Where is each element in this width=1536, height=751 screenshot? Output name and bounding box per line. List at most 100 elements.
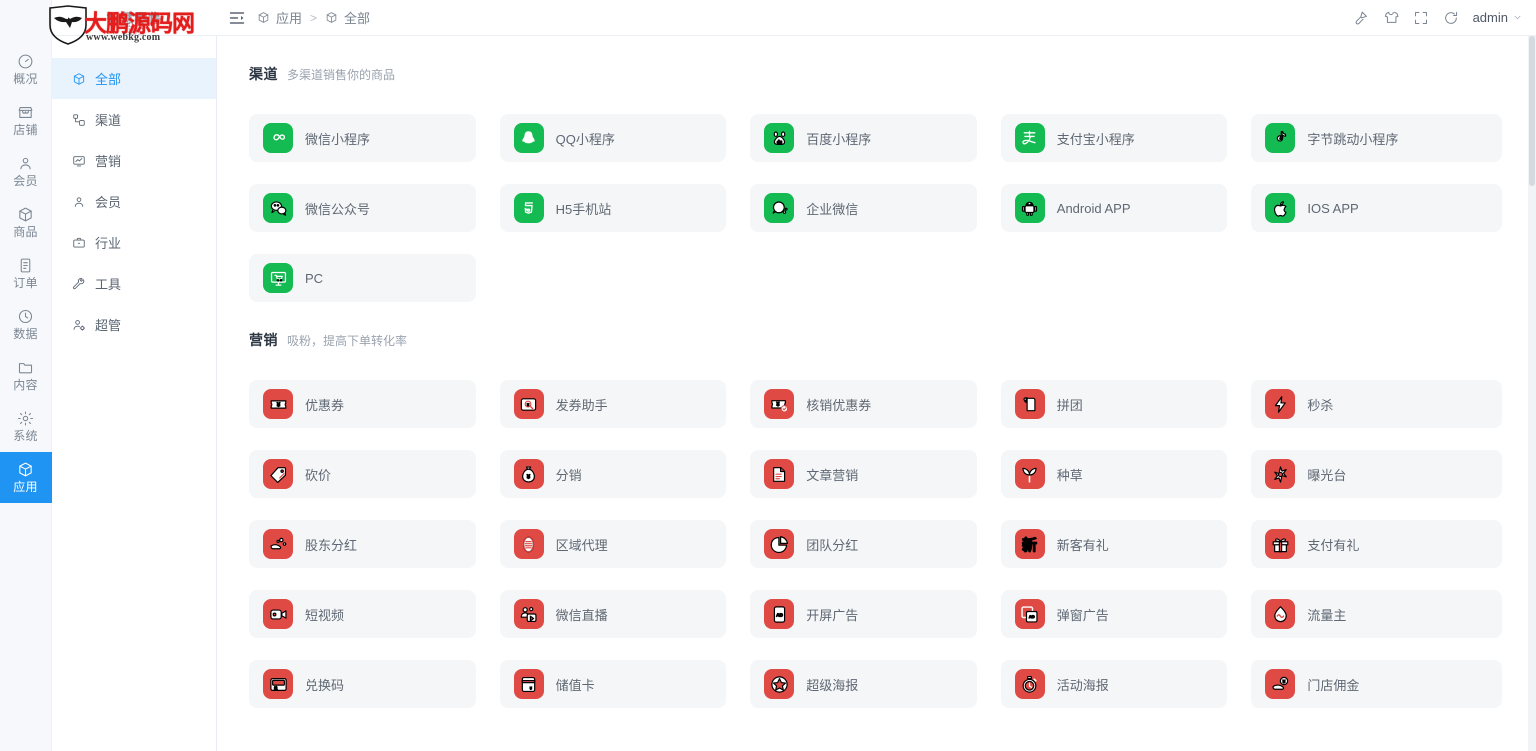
- app-card-label: 超级海报: [806, 675, 858, 694]
- sidebar-item-0[interactable]: 全部: [52, 58, 216, 99]
- sidebar-item-5[interactable]: 工具: [52, 263, 216, 304]
- user-menu[interactable]: admin: [1473, 10, 1522, 25]
- app-card-wecom[interactable]: 企业微信: [750, 184, 977, 232]
- app-card-bargain-tag[interactable]: 砍价: [249, 450, 476, 498]
- coupon-yuan-icon: ¥: [263, 389, 293, 419]
- rail-item-3[interactable]: 商品: [0, 197, 52, 248]
- sidebar-item-2[interactable]: 营销: [52, 140, 216, 181]
- app-card-super-poster[interactable]: 超级海报: [750, 660, 977, 708]
- clean-cache-icon[interactable]: [1353, 10, 1369, 26]
- menu-fold-icon[interactable]: [229, 10, 245, 26]
- app-card-article[interactable]: 文章营销: [750, 450, 977, 498]
- app-grid: 微信小程序 QQ小程序 du百度小程序支付宝小程序字节跳动小程序微信公众号 H5手机站…: [249, 92, 1502, 302]
- main-content: 渠道多渠道销售你的商品微信小程序 QQ小程序 du百度小程序支付宝小程序字节跳动小程…: [217, 0, 1536, 751]
- sidebar-item-4[interactable]: 行业: [52, 222, 216, 263]
- app-card-seedling[interactable]: 种草: [1001, 450, 1228, 498]
- rail-item-label: 店铺: [13, 124, 38, 137]
- app-cell: AD开屏广告: [750, 568, 1001, 638]
- app-card-label: 门店佣金: [1307, 675, 1359, 694]
- rail-item-1[interactable]: 店铺: [0, 95, 52, 146]
- app-card-group-buy[interactable]: 拼团: [1001, 380, 1228, 428]
- app-card-label: 秒杀: [1307, 395, 1333, 414]
- svg-text:¥: ¥: [1283, 679, 1286, 685]
- flash-bolt-icon: [1265, 389, 1295, 419]
- rail-item-4[interactable]: 订单: [0, 248, 52, 299]
- section-header: 渠道多渠道销售你的商品: [249, 36, 1502, 84]
- video-camera-icon: [263, 599, 293, 629]
- app-card-video-camera[interactable]: 短视频: [249, 590, 476, 638]
- app-card-store-commission[interactable]: ¥ 门店佣金: [1251, 660, 1502, 708]
- app-card-label: IOS APP: [1307, 201, 1358, 216]
- app-card-redeem-code[interactable]: 兑兑换码: [249, 660, 476, 708]
- app-card-alipay[interactable]: 支付宝小程序: [1001, 114, 1228, 162]
- apple-icon: [1265, 193, 1295, 223]
- app-card-burst-star[interactable]: 曝光台: [1251, 450, 1502, 498]
- app-card-pie-chart[interactable]: 团队分红: [750, 520, 977, 568]
- app-cell: 兑兑换码: [249, 638, 500, 708]
- wechat-icon: [263, 193, 293, 223]
- logo-zone[interactable]: 智慧零售 应用: [52, 0, 217, 36]
- app-cell: 微信小程序: [249, 92, 500, 162]
- app-card-label: QQ小程序: [556, 129, 615, 148]
- theme-shirt-icon[interactable]: [1383, 10, 1399, 26]
- box-icon: [325, 11, 338, 24]
- app-card-label: 优惠券: [305, 395, 344, 414]
- rail-item-label: 会员: [13, 175, 38, 188]
- app-card-splash-ad[interactable]: AD开屏广告: [750, 590, 977, 638]
- sidebar-item-1[interactable]: 渠道: [52, 99, 216, 140]
- app-card-popup-ad[interactable]: AD弹窗广告: [1001, 590, 1228, 638]
- app-card-desktop-cart[interactable]: PC: [249, 254, 476, 302]
- app-card-label: PC: [305, 271, 323, 286]
- sidebar-item-6[interactable]: 超管: [52, 304, 216, 345]
- app-card-traffic-drop[interactable]: 流量主: [1251, 590, 1502, 638]
- app-card-live-stream[interactable]: 微信直播: [500, 590, 727, 638]
- app-cell: 流量主: [1251, 568, 1502, 638]
- rail-item-7[interactable]: 系统: [0, 401, 52, 452]
- app-sections: 渠道多渠道销售你的商品微信小程序 QQ小程序 du百度小程序支付宝小程序字节跳动小程…: [249, 36, 1502, 708]
- app-card-apple[interactable]: IOS APP: [1251, 184, 1502, 232]
- breadcrumb-item-0[interactable]: 应用: [276, 8, 302, 27]
- secondary-sidebar: 全部渠道营销会员行业工具超管: [52, 0, 217, 751]
- app-card-wechat-miniprogram[interactable]: 微信小程序: [249, 114, 476, 162]
- app-card-wechat[interactable]: 微信公众号: [249, 184, 476, 232]
- app-card-money-bag[interactable]: ¥分销: [500, 450, 727, 498]
- app-cell: 短视频: [249, 568, 500, 638]
- rail-item-0[interactable]: 概况: [0, 44, 52, 95]
- app-card-baidu-bear[interactable]: du百度小程序: [750, 114, 977, 162]
- section-header: 营销吸粉，提高下单转化率: [249, 302, 1502, 350]
- app-cell: 新新客有礼: [1001, 498, 1252, 568]
- rail-item-2[interactable]: 会员: [0, 146, 52, 197]
- rail-item-5[interactable]: 数据: [0, 299, 52, 350]
- app-cell: 企业微信: [750, 162, 1001, 232]
- svg-text:¥: ¥: [776, 402, 779, 408]
- scrollbar-thumb[interactable]: [1529, 36, 1535, 186]
- app-card-region-agent[interactable]: 区域代理: [500, 520, 727, 568]
- breadcrumb-item-1[interactable]: 全部: [344, 8, 370, 27]
- refresh-icon[interactable]: [1443, 10, 1459, 26]
- app-card-android[interactable]: Android APP: [1001, 184, 1228, 232]
- app-card-new-badge[interactable]: 新新客有礼: [1001, 520, 1228, 568]
- rail-item-6[interactable]: 内容: [0, 350, 52, 401]
- vertical-scrollbar[interactable]: [1528, 36, 1536, 751]
- header-actions: admin: [1353, 10, 1536, 26]
- sidebar-item-3[interactable]: 会员: [52, 181, 216, 222]
- sitemap-icon: [72, 113, 86, 127]
- app-card-activity-timer[interactable]: 活动海报: [1001, 660, 1228, 708]
- app-card-gift[interactable]: 支付有礼: [1251, 520, 1502, 568]
- app-card-flash-bolt[interactable]: 秒杀: [1251, 380, 1502, 428]
- app-card-stored-value-card[interactable]: ¥储值卡: [500, 660, 727, 708]
- app-card-qq-penguin[interactable]: QQ小程序: [500, 114, 727, 162]
- app-card-tiktok-note[interactable]: 字节跳动小程序: [1251, 114, 1502, 162]
- app-card-coupon-yuan[interactable]: ¥ 优惠券: [249, 380, 476, 428]
- svg-text:du: du: [777, 139, 783, 144]
- app-card-html5[interactable]: H5手机站: [500, 184, 727, 232]
- app-card-label: 流量主: [1307, 605, 1346, 624]
- rail-item-8[interactable]: 应用: [0, 452, 52, 503]
- super-poster-icon: [764, 669, 794, 699]
- app-card-shareholder[interactable]: 股东分红: [249, 520, 476, 568]
- app-card-coupon-check[interactable]: ¥核销优惠券: [750, 380, 977, 428]
- top-header: 智慧零售 应用 应用>全部 admin: [52, 0, 1536, 36]
- fullscreen-icon[interactable]: [1413, 10, 1429, 26]
- app-card-coupon-send[interactable]: ¥发券助手: [500, 380, 727, 428]
- app-card-label: 开屏广告: [806, 605, 858, 624]
